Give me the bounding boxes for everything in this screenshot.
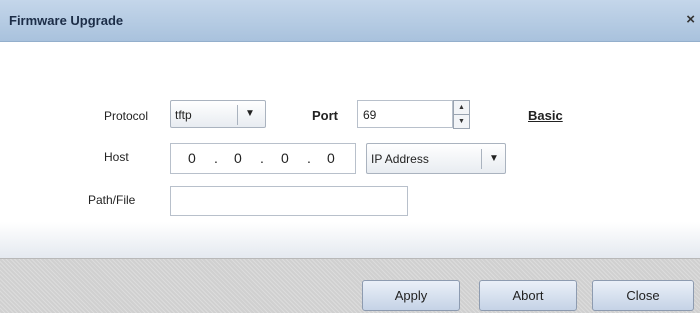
apply-button[interactable]: Apply — [362, 280, 460, 311]
protocol-label: Protocol — [104, 109, 149, 123]
ip-octet-2: 0 — [234, 150, 242, 166]
ip-octet-4: 0 — [327, 150, 335, 166]
caret-down-icon[interactable]: ▼ — [454, 115, 469, 128]
caret-up-icon[interactable]: ▲ — [454, 101, 469, 115]
path-file-label: Path/File — [88, 193, 136, 207]
port-input[interactable]: 69 — [357, 100, 453, 128]
ip-octet-3: 0 — [281, 150, 289, 166]
basic-mode-link[interactable]: Basic — [528, 108, 563, 123]
port-label: Port — [312, 108, 338, 123]
path-file-input[interactable] — [170, 186, 408, 216]
host-type-select[interactable]: IP Address ▼ — [366, 143, 506, 174]
host-ip-input[interactable]: 0 . 0 . 0 . 0 — [170, 143, 356, 174]
close-button[interactable]: Close — [592, 280, 694, 311]
port-stepper[interactable]: ▲ ▼ — [453, 100, 470, 129]
ip-octet-1: 0 — [188, 150, 196, 166]
body-gradient — [0, 222, 700, 260]
protocol-select[interactable]: tftp ▼ — [170, 100, 266, 128]
close-icon[interactable]: × — [686, 11, 695, 28]
select-divider — [481, 149, 482, 169]
host-label: Host — [104, 150, 129, 164]
select-divider — [237, 105, 238, 125]
dialog-title: Firmware Upgrade — [9, 13, 124, 28]
host-type-value: IP Address — [371, 152, 429, 166]
ip-dot: . — [214, 150, 218, 166]
abort-button[interactable]: Abort — [479, 280, 577, 311]
protocol-value: tftp — [175, 108, 192, 122]
ip-dot: . — [307, 150, 311, 166]
port-value: 69 — [363, 108, 377, 122]
ip-dot: . — [260, 150, 264, 166]
dialog-titlebar: Firmware Upgrade × — [0, 0, 700, 42]
caret-down-icon: ▼ — [245, 108, 255, 119]
caret-down-icon: ▼ — [489, 153, 499, 164]
firmware-upgrade-dialog: Firmware Upgrade × Protocol tftp ▼ Port … — [0, 0, 700, 313]
